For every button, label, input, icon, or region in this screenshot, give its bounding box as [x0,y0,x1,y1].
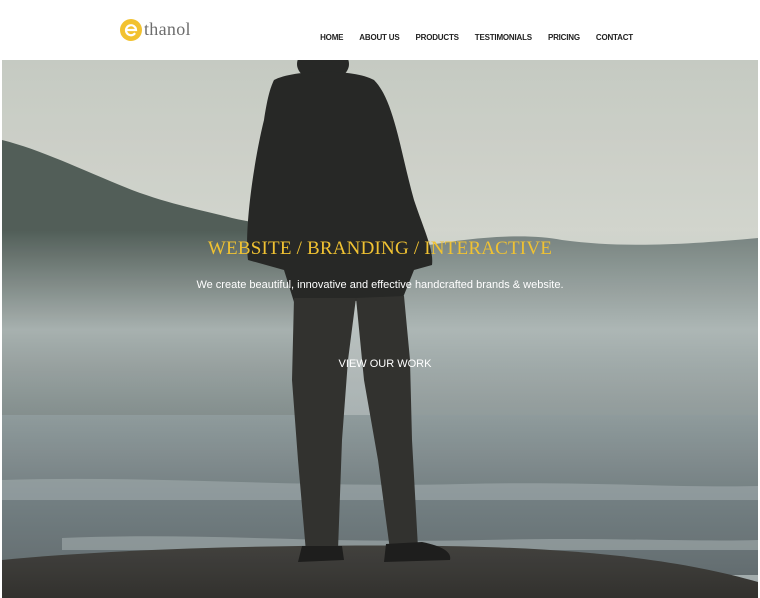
hero-headline: WEBSITE / BRANDING / INTERACTIVE [207,238,553,259]
nav-products[interactable]: PRODUCTS [415,33,458,42]
site-header: thanol HOME ABOUT US PRODUCTS TESTIMONIA… [0,0,760,60]
logo-e-icon [120,19,142,41]
view-our-work-button[interactable]: VIEW OUR WORK [320,358,450,370]
hero-background-image [2,60,758,598]
nav-testimonials[interactable]: TESTIMONIALS [475,33,532,42]
nav-about-us[interactable]: ABOUT US [359,33,399,42]
hero-tagline: We create beautiful, innovative and effe… [196,279,564,291]
nav-pricing[interactable]: PRICING [548,33,580,42]
nav-home[interactable]: HOME [320,33,343,42]
main-nav: HOME ABOUT US PRODUCTS TESTIMONIALS PRIC… [304,33,633,42]
logo[interactable]: thanol [120,16,191,44]
logo-text: thanol [144,18,191,39]
nav-contact[interactable]: CONTACT [596,33,633,42]
hero-section: WEBSITE / BRANDING / INTERACTIVE We crea… [2,60,758,598]
